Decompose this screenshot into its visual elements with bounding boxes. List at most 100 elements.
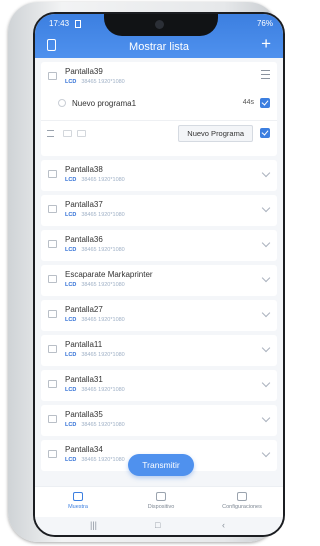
list-item[interactable]: Pantalla27 LCD 38465 1920*1080 [41, 300, 277, 331]
monitor-icon [48, 170, 57, 178]
screen-name: Pantalla35 [65, 410, 103, 419]
program-actions: Nuevo Programa [41, 120, 277, 145]
select-all-checkbox[interactable] [260, 128, 270, 138]
home-icon[interactable]: □ [155, 520, 160, 530]
program-name: Nuevo programa1 [72, 99, 137, 108]
sim-icon [75, 20, 81, 28]
monitor-icon [48, 275, 57, 283]
nav-muestra[interactable]: Muestra [43, 492, 113, 510]
list-icon[interactable] [47, 130, 54, 137]
phone-frame: 17:43 76% Mostrar lista + Pantalla39 LCD… [8, 2, 285, 542]
screen-meta: LCD 38465 1920*1080 [65, 177, 125, 183]
screen-spec: 38465 1920*1080 [81, 387, 125, 393]
page-title: Mostrar lista [129, 41, 189, 53]
list-item[interactable]: Pantalla31 LCD 38465 1920*1080 [41, 370, 277, 401]
screen-meta: LCD 38465 1920*1080 [65, 247, 125, 253]
nav-label: Muestra [68, 504, 88, 510]
camera-notch [104, 14, 218, 36]
list-item[interactable]: Escaparate Markaprinter LCD 38465 1920*108… [41, 265, 277, 296]
layers-icon [73, 492, 83, 501]
screen-spec: 38465 1920*1080 [81, 282, 125, 288]
chevron-down-icon[interactable] [261, 448, 271, 458]
monitor-icon [48, 450, 57, 458]
monitor-icon [48, 205, 57, 213]
add-icon[interactable]: + [261, 35, 271, 53]
monitor-icon [48, 310, 57, 318]
list-item[interactable]: Pantalla11 LCD 38465 1920*1080 [41, 335, 277, 366]
screen-name: Pantalla36 [65, 235, 103, 244]
screen-name: Pantalla27 [65, 305, 103, 314]
screen-spec: 38465 1920*1080 [81, 317, 125, 323]
menu-icon[interactable] [261, 70, 270, 79]
screen-spec: 38465 1920*1080 [81, 212, 125, 218]
delete-icon[interactable] [77, 130, 86, 137]
lcd-badge: LCD [65, 422, 77, 428]
screen-meta: LCD 38465 1920*1080 [65, 422, 125, 428]
screen-name: Pantalla39 [65, 67, 103, 76]
screen-spec: 38465 1920*1080 [81, 352, 125, 358]
phone-screen: 17:43 76% Mostrar lista + Pantalla39 LCD… [33, 12, 285, 537]
list-item[interactable]: Pantalla35 LCD 38465 1920*1080 [41, 405, 277, 436]
screen-spec: 38465 1920*1080 [81, 247, 125, 253]
nav-label: Configuraciones [222, 504, 262, 510]
nav-dispositivo[interactable]: Dispositivo [126, 492, 196, 510]
screen-name: Pantalla38 [65, 165, 103, 174]
gear-icon [237, 492, 247, 501]
lcd-badge: LCD [65, 282, 77, 288]
chevron-down-icon[interactable] [261, 378, 271, 388]
screen-meta: LCD 38465 1920*1080 [65, 79, 125, 85]
screen-name: Escaparate Markaprinter [65, 270, 153, 279]
camera-icon [155, 20, 164, 29]
program-checkbox[interactable] [260, 98, 270, 108]
lcd-badge: LCD [65, 212, 77, 218]
status-time: 17:43 [49, 19, 70, 28]
screen-meta: LCD 38465 1920*1080 [65, 457, 125, 463]
recents-icon[interactable]: ||| [90, 520, 97, 530]
monitor-icon [48, 345, 57, 353]
chevron-down-icon[interactable] [261, 273, 271, 283]
lcd-badge: LCD [65, 457, 77, 463]
lcd-badge: LCD [65, 247, 77, 253]
chevron-down-icon[interactable] [261, 203, 271, 213]
list-item[interactable]: Pantalla36 LCD 38465 1920*1080 [41, 230, 277, 261]
new-program-button[interactable]: Nuevo Programa [178, 125, 253, 142]
monitor-icon [156, 492, 166, 501]
list-item[interactable]: Pantalla38 LCD 38465 1920*1080 [41, 160, 277, 191]
system-nav-bar: ||| □ ‹ [35, 517, 283, 535]
screen-meta: LCD 38465 1920*1080 [65, 387, 125, 393]
program-duration: 44s [242, 99, 254, 106]
screen-meta: LCD 38465 1920*1080 [65, 282, 125, 288]
monitor-icon [48, 415, 57, 423]
screen-list: Pantalla39 LCD 38465 1920*1080 Nuevo prog… [35, 62, 283, 475]
screen-spec: 38465 1920*1080 [81, 457, 125, 463]
transmit-button[interactable]: Transmitir [128, 454, 194, 476]
nav-configuraciones[interactable]: Configuraciones [207, 492, 277, 510]
copy-icon[interactable] [63, 130, 72, 137]
screen-spec: 38465 1920*1080 [81, 177, 125, 183]
app-header: 17:43 76% Mostrar lista + [35, 14, 283, 58]
battery-level: 76% [256, 19, 273, 28]
chevron-down-icon[interactable] [261, 168, 271, 178]
screen-name: Pantalla34 [65, 445, 103, 454]
back-icon[interactable]: ‹ [222, 520, 225, 530]
screen-name: Pantalla37 [65, 200, 103, 209]
list-item-expanded[interactable]: Pantalla39 LCD 38465 1920*1080 Nuevo prog… [41, 62, 277, 156]
chevron-down-icon[interactable] [261, 413, 271, 423]
program-row[interactable]: Nuevo programa1 44s [41, 94, 277, 114]
screen-meta: LCD 38465 1920*1080 [65, 317, 125, 323]
screen-spec: 38465 1920*1080 [81, 422, 125, 428]
chevron-down-icon[interactable] [261, 343, 271, 353]
monitor-icon [48, 380, 57, 388]
chevron-down-icon[interactable] [261, 238, 271, 248]
list-item[interactable]: Pantalla37 LCD 38465 1920*1080 [41, 195, 277, 226]
nav-label: Dispositivo [147, 504, 175, 510]
screen-name: Pantalla11 [65, 340, 103, 349]
lcd-badge: LCD [65, 79, 77, 85]
chevron-down-icon[interactable] [261, 308, 271, 318]
bottom-nav: Muestra Dispositivo Configuraciones [35, 486, 283, 517]
program-radio[interactable] [58, 99, 66, 107]
screen-meta: LCD 38465 1920*1080 [65, 212, 125, 218]
screen-spec: 38465 1920*1080 [81, 79, 125, 85]
screen-meta: LCD 38465 1920*1080 [65, 352, 125, 358]
monitor-icon [48, 240, 57, 248]
